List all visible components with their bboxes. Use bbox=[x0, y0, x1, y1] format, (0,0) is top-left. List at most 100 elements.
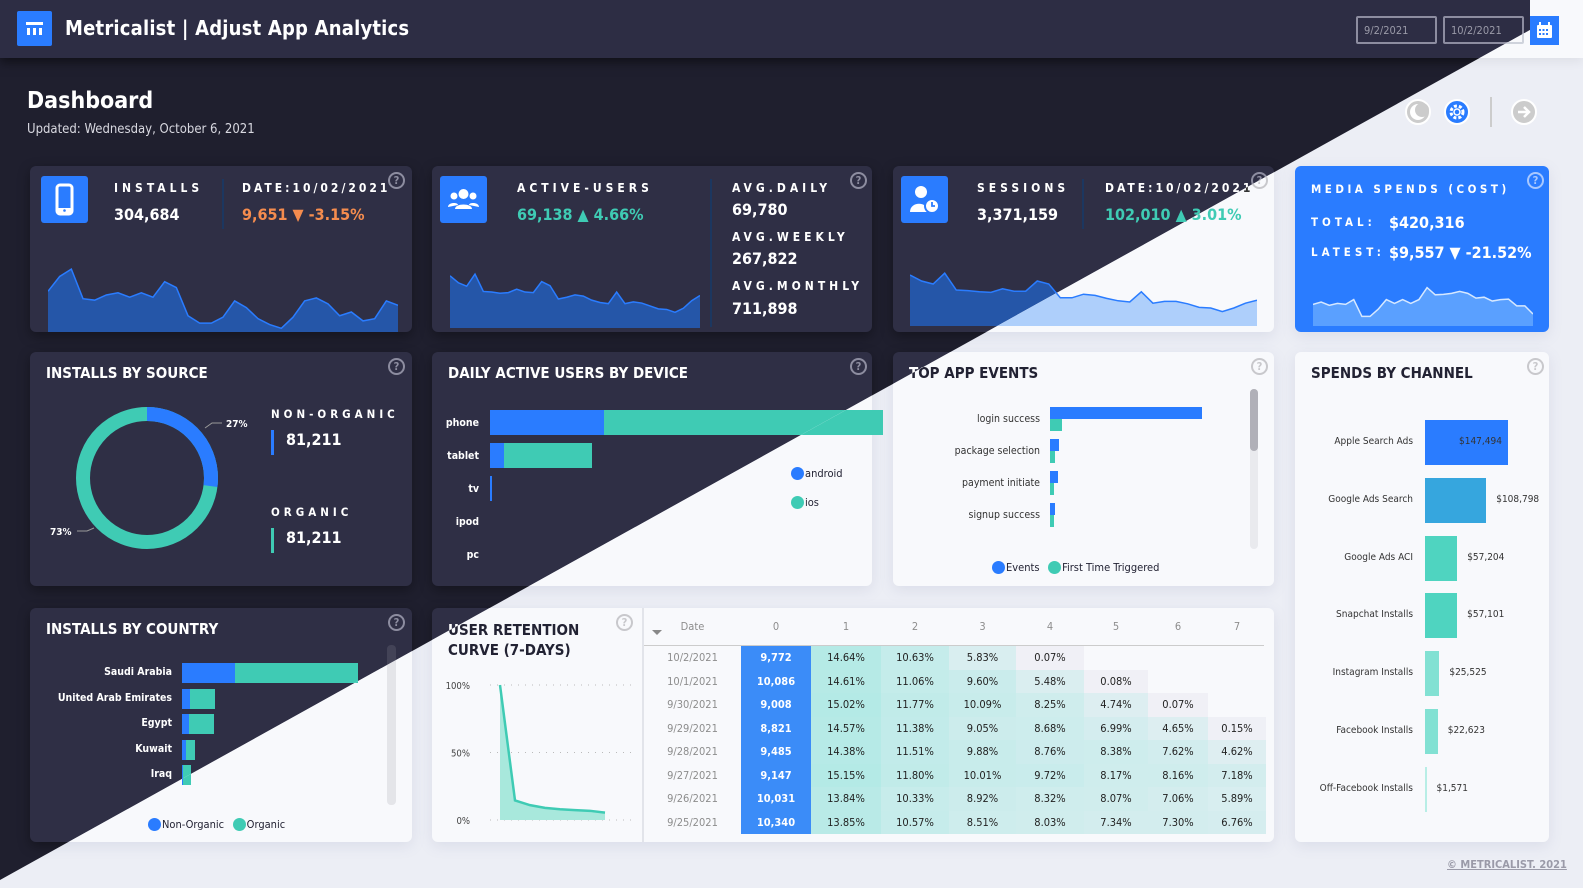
bar-android[interactable] bbox=[490, 410, 604, 435]
retention-cell: 0.15% bbox=[1208, 716, 1266, 740]
channel-value: $108,798 bbox=[1496, 493, 1540, 505]
help-icon[interactable]: ? bbox=[1251, 358, 1268, 375]
end-date-input[interactable]: 10/2/2021 bbox=[1443, 16, 1524, 44]
channel-bar[interactable] bbox=[1425, 766, 1427, 812]
arrow-right-icon bbox=[1518, 106, 1531, 118]
channel-bar[interactable] bbox=[1425, 709, 1438, 754]
column-header-5[interactable]: 5 bbox=[1084, 620, 1148, 633]
legend-item-non-organic[interactable]: Non-Organic bbox=[148, 814, 224, 833]
y-tick-label: 0% bbox=[456, 816, 470, 827]
bar-events[interactable] bbox=[1050, 503, 1055, 515]
retention-cell: 10.09% bbox=[949, 693, 1016, 717]
bar-first-time[interactable] bbox=[1050, 515, 1055, 527]
total-label: TOTAL: bbox=[1311, 215, 1376, 229]
retention-cell: 9.60% bbox=[949, 669, 1016, 693]
column-header-7[interactable]: 7 bbox=[1208, 620, 1266, 633]
bar-non-organic[interactable] bbox=[182, 663, 235, 683]
bar-organic[interactable] bbox=[234, 663, 358, 683]
column-header-3[interactable]: 3 bbox=[949, 620, 1016, 633]
event-label: signup success bbox=[968, 509, 1040, 521]
retention-cell: 14.57% bbox=[811, 716, 881, 740]
bar-first-time[interactable] bbox=[1050, 483, 1054, 495]
dark-mode-button[interactable] bbox=[1405, 99, 1431, 125]
column-header-4[interactable]: 4 bbox=[1016, 620, 1084, 633]
avg-monthly-value: 711,898 bbox=[732, 299, 798, 318]
legend-item-events[interactable]: Events bbox=[992, 557, 1040, 576]
channel-label: Snapchat Installs bbox=[1336, 609, 1413, 621]
channel-bar[interactable] bbox=[1425, 651, 1440, 697]
country-label: Kuwait bbox=[135, 742, 172, 755]
users-group-icon bbox=[440, 176, 487, 223]
avg-weekly-value: 267,822 bbox=[732, 249, 798, 268]
bar-organic[interactable] bbox=[185, 739, 196, 760]
organic-label: ORGANIC bbox=[271, 505, 353, 519]
active-users-kpi-card: ACTIVE-USERS 69,138 ▲ 4.66% AVG.DAILY 69… bbox=[432, 166, 872, 332]
help-icon[interactable]: ? bbox=[388, 358, 405, 375]
calendar-button[interactable] bbox=[1530, 16, 1559, 45]
retention-cell: 10,086 bbox=[741, 669, 811, 693]
channel-bar[interactable] bbox=[1425, 477, 1487, 523]
retention-table: Date0123456710/2/20219,77214.64%10.63%5.… bbox=[644, 608, 1274, 842]
start-date-input[interactable]: 9/2/2021 bbox=[1356, 16, 1437, 44]
y-tick-label: 100% bbox=[446, 681, 470, 692]
bar-organic[interactable] bbox=[189, 688, 215, 709]
latest-spend-value: $9,557 ▼ -21.52% bbox=[1389, 243, 1532, 262]
settings-button[interactable] bbox=[1444, 99, 1470, 125]
sort-desc-icon[interactable] bbox=[652, 630, 662, 635]
bar-events[interactable] bbox=[1050, 439, 1060, 451]
channel-bar[interactable] bbox=[1425, 535, 1458, 581]
retention-cell: 8.38% bbox=[1084, 740, 1148, 764]
app-logo-icon bbox=[17, 11, 52, 46]
help-icon[interactable]: ? bbox=[850, 172, 867, 189]
bar-ios[interactable] bbox=[503, 443, 593, 468]
column-header-2[interactable]: 2 bbox=[881, 620, 949, 633]
device-label: ipod bbox=[455, 516, 479, 528]
help-icon[interactable]: ? bbox=[616, 614, 633, 631]
retention-cell: 8.03% bbox=[1016, 810, 1084, 834]
bar-non-organic[interactable] bbox=[182, 688, 190, 709]
bar-first-time[interactable] bbox=[1050, 451, 1055, 463]
retention-cell: 7.06% bbox=[1148, 787, 1208, 811]
retention-cell: 6.99% bbox=[1084, 716, 1148, 740]
legend-item-android[interactable]: android bbox=[791, 463, 843, 482]
help-icon[interactable]: ? bbox=[850, 358, 867, 375]
channel-label: Google Ads ACI bbox=[1344, 551, 1413, 563]
scrollbar-track[interactable] bbox=[387, 645, 396, 805]
help-icon[interactable]: ? bbox=[1527, 358, 1544, 375]
bar-android[interactable] bbox=[490, 443, 504, 468]
retention-cell: 15.02% bbox=[811, 693, 881, 717]
help-icon[interactable]: ? bbox=[388, 172, 405, 189]
legend-item-first-time[interactable]: First Time Triggered bbox=[1044, 557, 1159, 576]
row-date: 9/26/2021 bbox=[667, 792, 718, 805]
legend-item-ios[interactable]: ios bbox=[791, 492, 819, 511]
bar-organic[interactable] bbox=[189, 714, 214, 734]
channel-bar[interactable] bbox=[1425, 593, 1458, 639]
channel-label: Facebook Installs bbox=[1336, 725, 1413, 736]
installs-source-donut: 27% 73% bbox=[50, 407, 248, 549]
column-header-0[interactable]: 0 bbox=[741, 620, 811, 633]
help-icon[interactable]: ? bbox=[388, 614, 405, 631]
channel-value: $57,204 bbox=[1467, 551, 1505, 563]
user-clock-icon bbox=[901, 176, 948, 223]
events-legend: Events First Time Triggered bbox=[992, 557, 1159, 576]
bar-android[interactable] bbox=[490, 476, 492, 501]
bar-non-organic[interactable] bbox=[182, 714, 190, 734]
event-label: package selection bbox=[954, 445, 1040, 457]
legend-item-organic[interactable]: Organic bbox=[229, 814, 285, 833]
help-icon[interactable]: ? bbox=[1527, 172, 1544, 189]
scrollbar-thumb[interactable] bbox=[1250, 389, 1258, 451]
next-page-button[interactable] bbox=[1511, 99, 1537, 125]
retention-cell bbox=[1208, 670, 1266, 694]
bar-first-time[interactable] bbox=[1050, 419, 1063, 431]
installs-by-source-card: INSTALLS BY SOURCE ? 27% 73% NON-ORGANIC… bbox=[30, 352, 412, 586]
column-header-6[interactable]: 6 bbox=[1148, 620, 1208, 633]
bar-events[interactable] bbox=[1050, 407, 1202, 419]
channel-value: $147,494 bbox=[1459, 436, 1502, 447]
active-users-label: ACTIVE-USERS bbox=[517, 181, 653, 195]
retention-cell: 8.76% bbox=[1016, 740, 1084, 764]
channel-label: Instagram Installs bbox=[1332, 667, 1413, 679]
copyright-link[interactable]: © METRICALIST. 2021 bbox=[1447, 858, 1567, 871]
installs-date-label: DATE:10/02/2021 bbox=[242, 181, 391, 195]
column-header-1[interactable]: 1 bbox=[811, 620, 881, 633]
bar-events[interactable] bbox=[1050, 471, 1059, 483]
